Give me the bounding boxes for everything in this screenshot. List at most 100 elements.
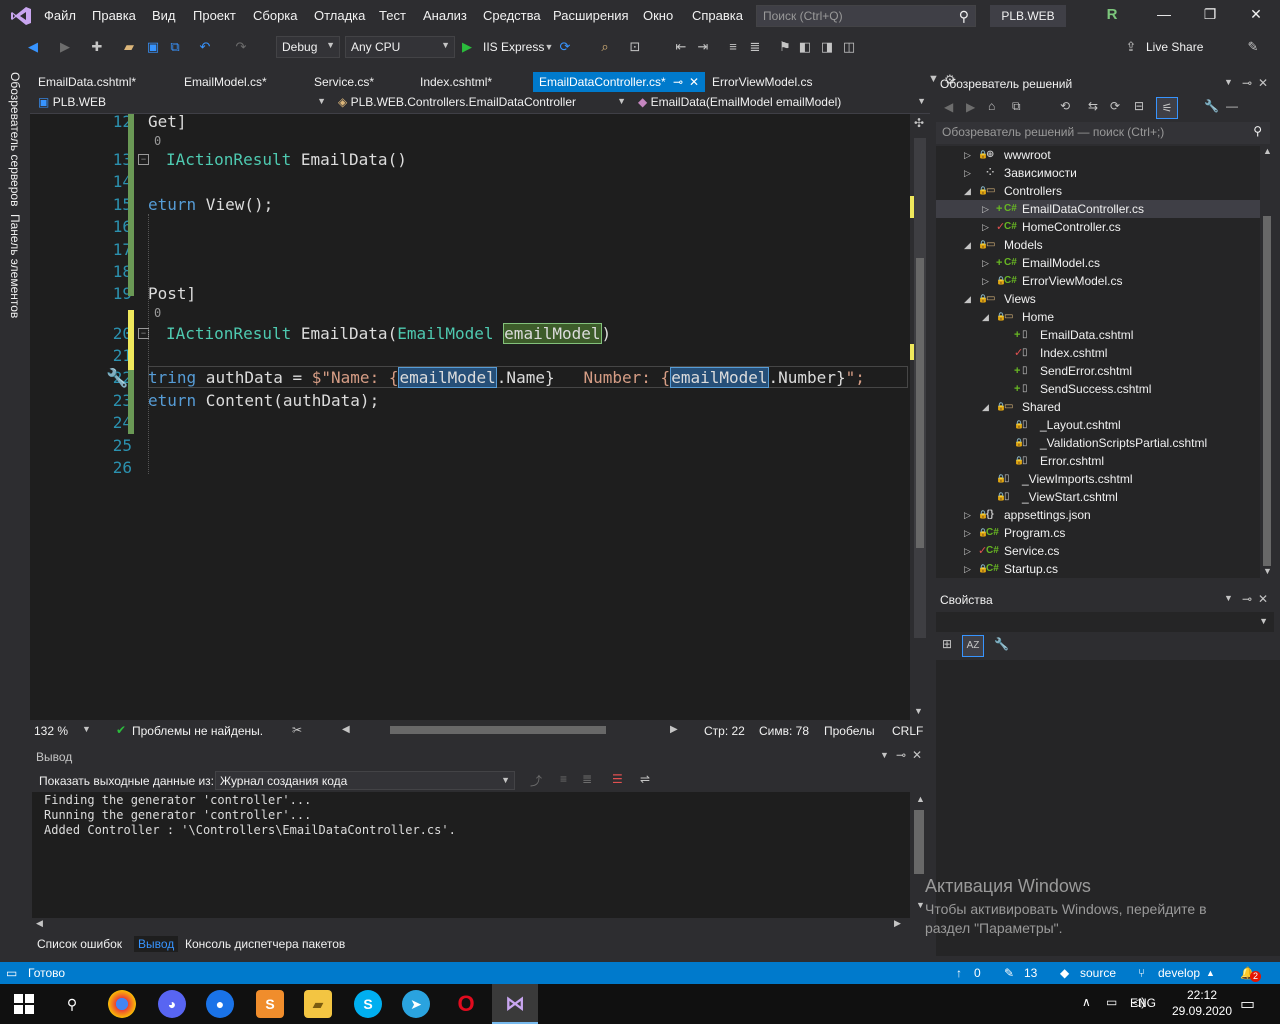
branch-name[interactable]: develop	[1158, 966, 1200, 980]
clock-time[interactable]: 22:12	[1172, 988, 1232, 1002]
menu-edit[interactable]: Правка	[92, 8, 136, 23]
clock-date[interactable]: 29.09.2020	[1164, 1004, 1240, 1018]
codelens-references[interactable]: 0	[154, 306, 161, 320]
menu-help[interactable]: Справка	[692, 8, 743, 23]
tab-output[interactable]: Вывод	[134, 936, 179, 952]
pending-changes-icon[interactable]: ✎	[1004, 966, 1014, 980]
panel-menu-chevron-icon[interactable]: ▼	[880, 750, 889, 760]
menu-view[interactable]: Вид	[152, 8, 176, 23]
forward-icon[interactable]: ▶	[966, 100, 975, 114]
run-play-icon[interactable]: ▶	[462, 39, 472, 55]
maximize-icon[interactable]: ❐	[1200, 6, 1220, 23]
expand-arrow-icon[interactable]: ▷	[964, 506, 971, 524]
property-pages-wrench-icon[interactable]: 🔧	[994, 637, 1009, 651]
menu-debug[interactable]: Отладка	[314, 8, 365, 23]
network-icon[interactable]: ▭	[1106, 995, 1117, 1009]
pin-icon[interactable]: ⊸	[1242, 76, 1252, 90]
categorized-icon[interactable]: ⊞	[942, 637, 952, 651]
tab-emaildata-cshtml[interactable]: EmailData.cshtml*	[32, 72, 142, 92]
sync-active-document-icon[interactable]: ⇆	[1088, 99, 1098, 113]
tree-item[interactable]: 🔒 ▯ _ViewStart.cshtml	[936, 488, 1260, 506]
chrome-icon[interactable]	[108, 990, 136, 1018]
output-text[interactable]: Finding the generator 'controller'... Ru…	[32, 792, 910, 918]
scroll-left-icon[interactable]: ◀	[36, 918, 43, 929]
visual-studio-taskbar-item[interactable]: ⋈	[492, 984, 538, 1024]
tree-item[interactable]: + ▯ SendSuccess.cshtml	[936, 380, 1260, 398]
tree-item[interactable]: ▷ ✓ C# Service.cs	[936, 542, 1260, 560]
next-bookmark-icon[interactable]: ◨	[818, 38, 836, 56]
close-tab-icon[interactable]: ✕	[689, 75, 699, 89]
scroll-right-icon[interactable]: ▶	[670, 724, 678, 735]
run-target-label[interactable]: IIS Express	[483, 40, 544, 54]
windows-start-icon[interactable]	[14, 994, 34, 1014]
tree-item[interactable]: + ▯ SendError.cshtml	[936, 362, 1260, 380]
tree-item[interactable]: ◢ 🔒 ▭ Shared	[936, 398, 1260, 416]
scrollbar-thumb[interactable]	[1263, 216, 1271, 566]
tree-item[interactable]: 🔒 ▯ _ValidationScriptsPartial.cshtml	[936, 434, 1260, 452]
menu-window[interactable]: Окно	[643, 8, 673, 23]
scrollbar-track[interactable]	[914, 138, 926, 638]
server-explorer-tab[interactable]: Обозреватель серверов	[8, 72, 22, 206]
clear-bookmarks-icon[interactable]: ◫	[840, 38, 858, 56]
toolbox-tab[interactable]: Панель элементов	[8, 214, 22, 318]
scrollbar-thumb[interactable]	[916, 258, 924, 548]
chevron-down-icon[interactable]: ▼	[82, 724, 91, 734]
sublime-text-icon[interactable]: S	[256, 990, 284, 1018]
member-selector[interactable]: ◆ EmailData(EmailModel emailModel) ▼	[634, 94, 928, 112]
editor-vertical-scrollbar[interactable]: ✣ ▼	[910, 114, 930, 722]
tree-item[interactable]: ◢ 🔒 ▭ Models	[936, 236, 1260, 254]
feedback-icon[interactable]: ✎	[1244, 38, 1262, 56]
pending-changes-filter-icon[interactable]: ⟲	[1060, 99, 1070, 113]
tree-item[interactable]: ◢ 🔒 ▭ Home	[936, 308, 1260, 326]
home-icon[interactable]: ⌂	[988, 99, 995, 113]
configuration-select[interactable]: Debug ▼	[276, 36, 340, 58]
show-all-files-icon[interactable]: ⚟	[1156, 97, 1178, 119]
whitespace-mode[interactable]: Пробелы	[824, 724, 875, 738]
scrollbar-thumb[interactable]	[914, 810, 924, 874]
tree-item[interactable]: ▷ 🔒 C# ErrorViewModel.cs	[936, 272, 1260, 290]
properties-object-select[interactable]: ▼	[936, 612, 1274, 632]
panel-menu-chevron-icon[interactable]: ▼	[1224, 77, 1233, 87]
save-icon[interactable]: ▣	[144, 38, 162, 56]
tree-item[interactable]: ▷ + C# EmailModel.cs	[936, 254, 1260, 272]
split-editor-icon[interactable]: ✣	[914, 116, 924, 130]
maps-pin-icon[interactable]: ●	[206, 990, 234, 1018]
navigate-back-icon[interactable]: ◀	[24, 38, 42, 56]
scroll-down-icon[interactable]: ▼	[914, 706, 923, 716]
expand-arrow-icon[interactable]: ▷	[982, 218, 989, 236]
expand-arrow-icon[interactable]: ▷	[964, 146, 971, 164]
menu-project[interactable]: Проект	[193, 8, 236, 23]
close-panel-icon[interactable]: ✕	[1258, 592, 1268, 606]
solution-tree-scrollbar[interactable]: ▲ ▼	[1260, 146, 1274, 578]
redo-icon[interactable]: ↷	[232, 38, 250, 56]
menu-tools[interactable]: Средства	[483, 8, 541, 23]
expand-arrow-icon[interactable]: ▷	[982, 272, 989, 290]
scroll-down-icon[interactable]: ▼	[1263, 566, 1272, 576]
live-share-button[interactable]: Live Share	[1146, 40, 1203, 54]
search-icon[interactable]: ⚲	[1253, 124, 1262, 138]
file-explorer-icon[interactable]: ▰	[304, 990, 332, 1018]
refresh-icon[interactable]: ⟳	[1110, 99, 1120, 113]
codelens-references[interactable]: 0	[154, 134, 161, 148]
expand-arrow-icon[interactable]: ▷	[964, 560, 971, 578]
tree-item[interactable]: 🔒 ▯ Error.cshtml	[936, 452, 1260, 470]
expand-arrow-icon[interactable]: ▷	[964, 524, 971, 542]
tree-item[interactable]: ▷ ✓ C# HomeController.cs	[936, 218, 1260, 236]
class-selector[interactable]: ◈ PLB.WEB.Controllers.EmailDataControlle…	[334, 94, 628, 112]
tab-emaildatacontroller-cs[interactable]: EmailDataController.cs* ⊸ ✕	[533, 72, 705, 92]
collapse-all-icon[interactable]: ⊟	[1134, 99, 1144, 113]
panel-menu-chevron-icon[interactable]: ▼	[1224, 593, 1233, 603]
output-source-select[interactable]: Журнал создания кода ▼	[215, 771, 515, 790]
switch-views-icon[interactable]: ⧉	[1012, 99, 1021, 114]
expand-arrow-icon[interactable]: ▷	[982, 254, 989, 272]
language-indicator[interactable]: ENG	[1130, 996, 1156, 1010]
tree-item[interactable]: + ▯ EmailData.cshtml	[936, 326, 1260, 344]
output-horizontal-scrollbar[interactable]: ◀ ▶	[32, 918, 910, 932]
collapse-icon[interactable]: −	[138, 154, 149, 165]
prev-bookmark-icon[interactable]: ◧	[796, 38, 814, 56]
expand-arrow-icon[interactable]: ▷	[964, 164, 971, 182]
tab-service-cs[interactable]: Service.cs*	[308, 72, 380, 92]
save-all-icon[interactable]: ⧉	[166, 38, 184, 56]
new-project-icon[interactable]: ✚	[88, 38, 106, 56]
line-ending[interactable]: CRLF	[892, 724, 923, 738]
